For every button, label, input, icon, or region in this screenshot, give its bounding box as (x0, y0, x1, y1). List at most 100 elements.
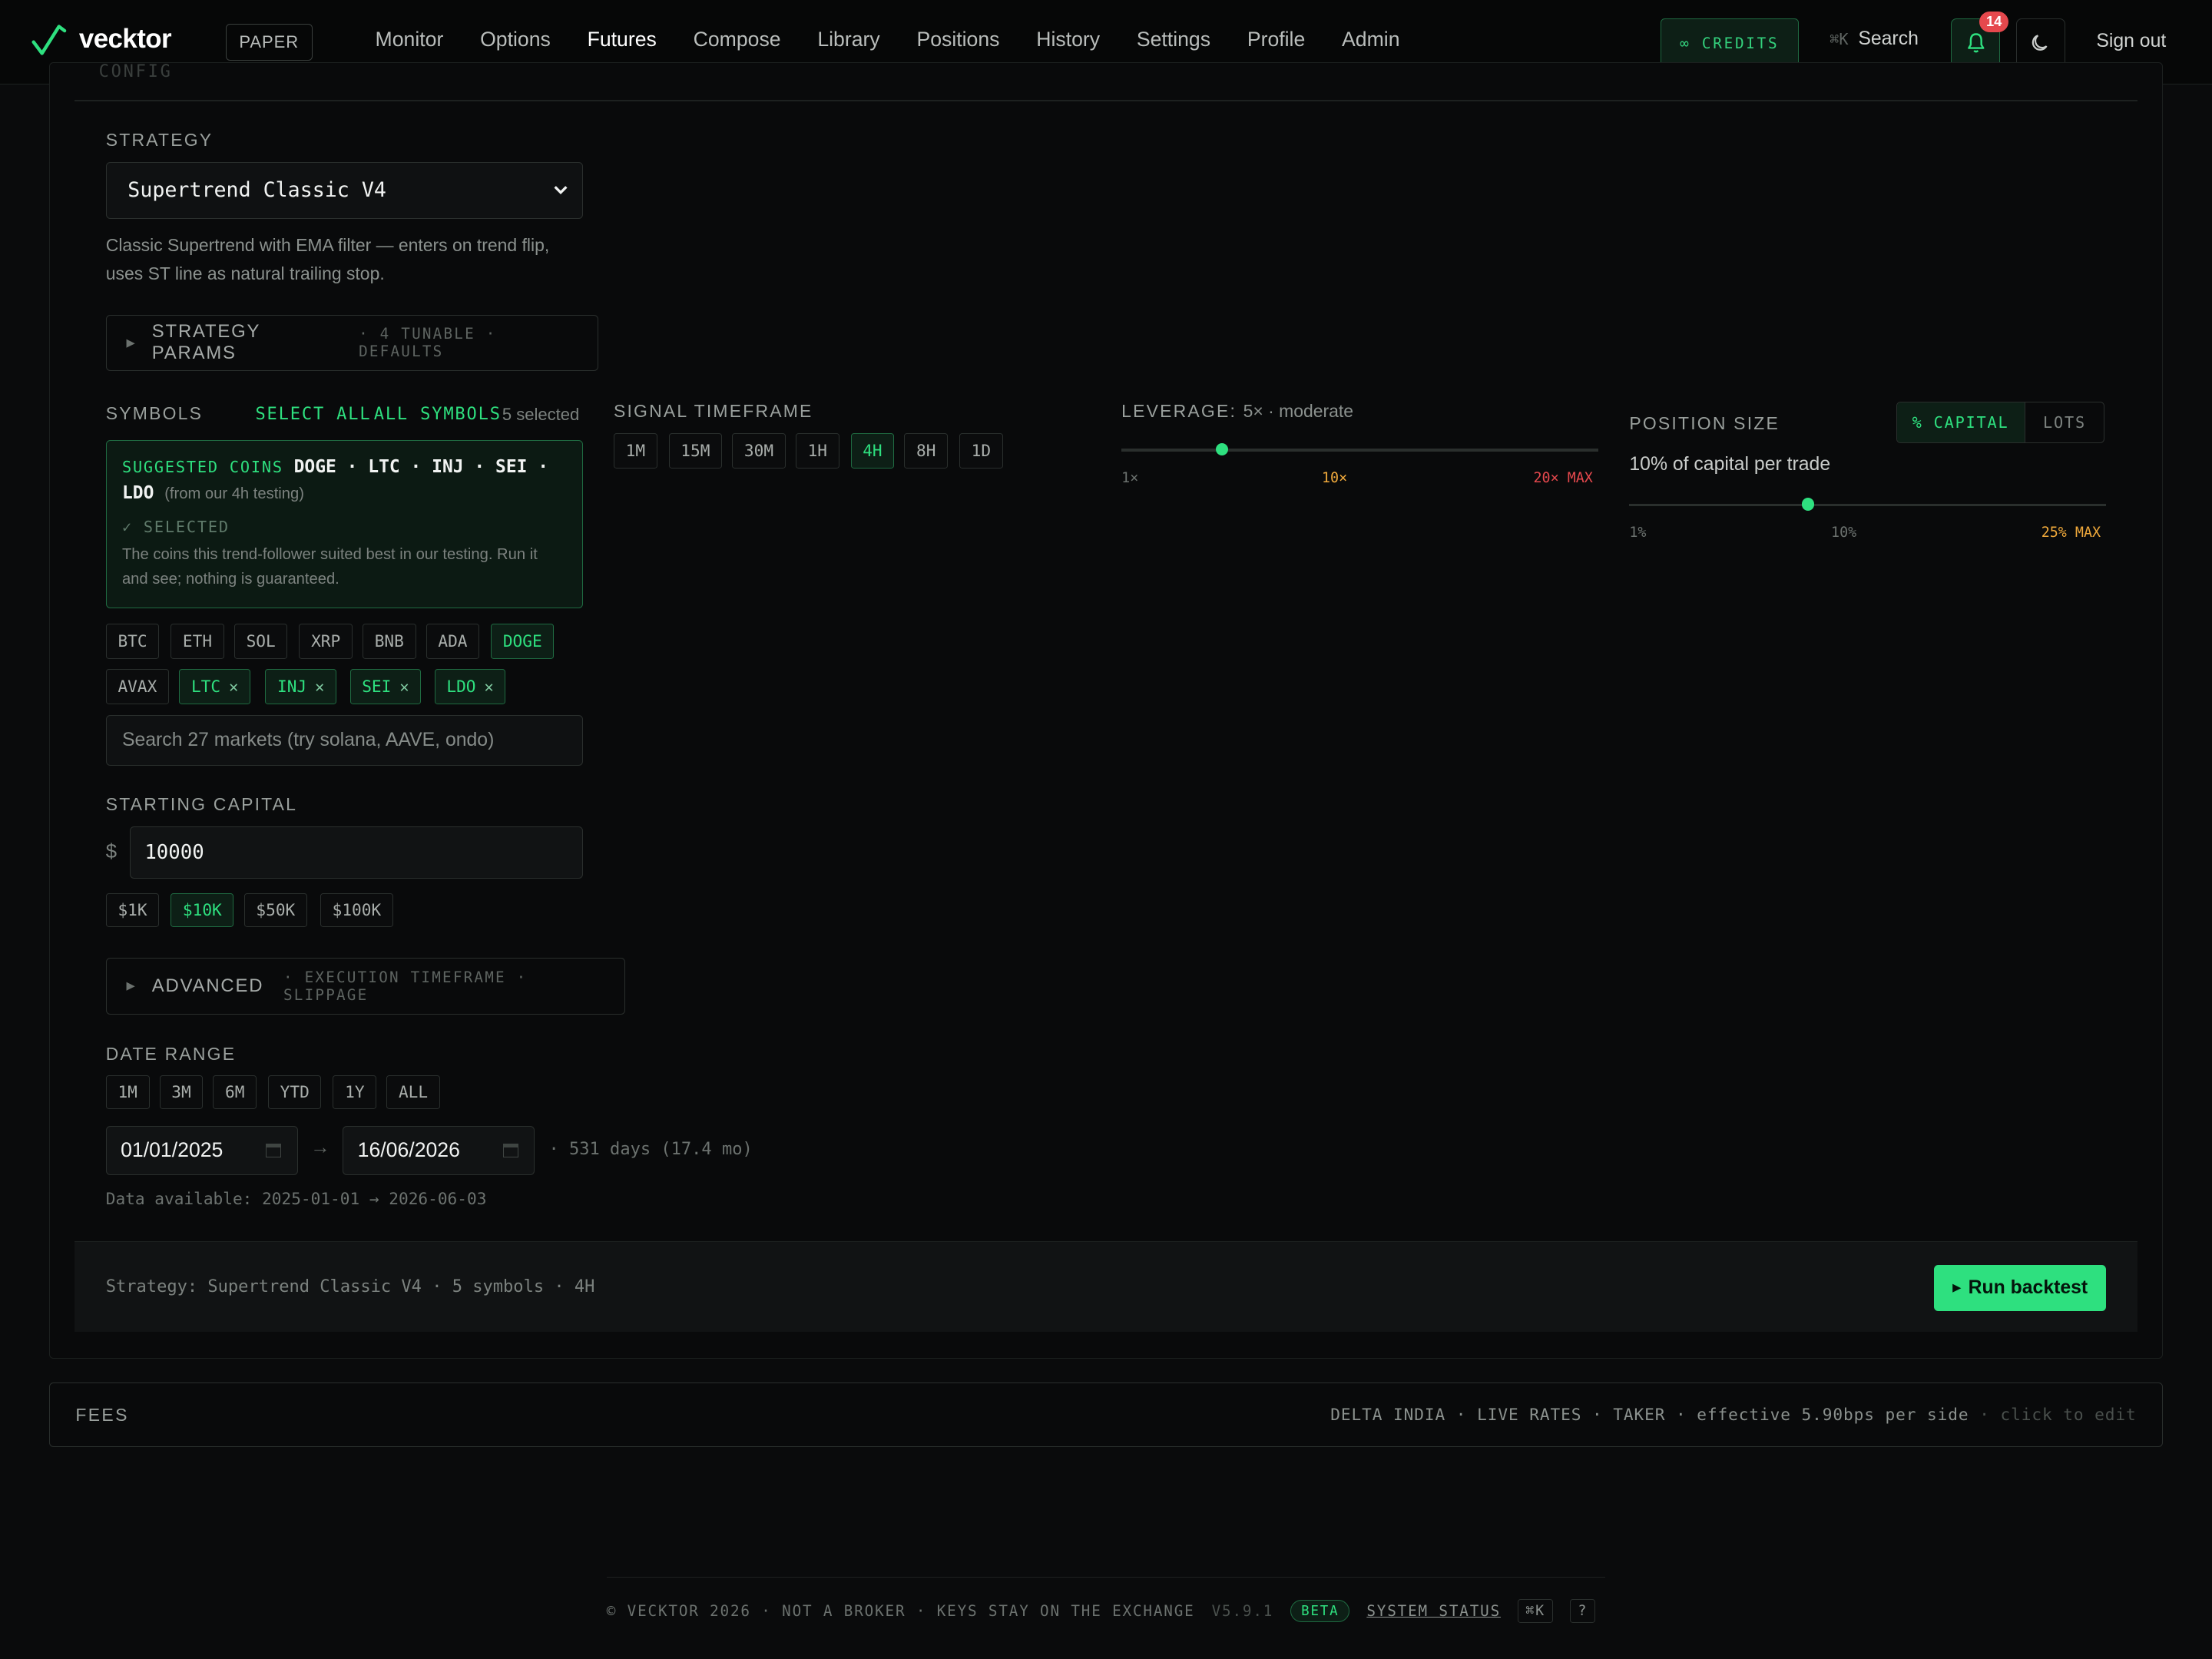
advanced-meta: · EXECUTION TIMEFRAME · SLIPPAGE (283, 968, 528, 1004)
sign-out-link[interactable]: Sign out (2096, 31, 2166, 52)
symbol-chip-avax[interactable]: AVAX (105, 668, 169, 704)
command-palette-key[interactable]: ⌘K (1518, 1599, 1554, 1623)
capital-preset-50k[interactable]: $50K (243, 892, 307, 927)
credits-button[interactable]: ∞ CREDITS (1660, 18, 1799, 68)
start-date-input[interactable]: 01/01/2025 (105, 1125, 298, 1175)
remove-icon[interactable]: ✕ (315, 677, 324, 696)
end-date-value: 16/06/2026 (357, 1138, 460, 1162)
mode-lots[interactable]: LOTS (2025, 402, 2104, 442)
timeframe-8h[interactable]: 8H (904, 432, 949, 469)
leverage-slider-track[interactable] (1121, 449, 1598, 452)
symbol-chip-bnb[interactable]: BNB (363, 623, 416, 659)
capital-preset-10k[interactable]: $10K (171, 892, 234, 927)
symbol-chip-label: LTC (190, 677, 221, 697)
config-section-label: CONFIG (98, 61, 173, 81)
caret-right-icon: ▶ (126, 980, 135, 993)
symbol-chip-eth[interactable]: ETH (171, 623, 224, 659)
leverage-label: LEVERAGE: 5× · moderate (1121, 401, 1353, 422)
calendar-icon[interactable] (502, 1143, 518, 1158)
capital-preset-1k[interactable]: $1K (105, 892, 160, 927)
footer: © VECKTOR 2026 · NOT A BROKER · KEYS STA… (607, 1597, 1596, 1625)
symbol-chip-sei[interactable]: SEI ✕ (349, 668, 422, 704)
starting-capital-input[interactable]: 10000 (129, 826, 583, 879)
remove-icon[interactable]: ✕ (399, 677, 409, 696)
date-preset-3m[interactable]: 3M (159, 1075, 204, 1109)
system-status-link[interactable]: SYSTEM STATUS (1366, 1602, 1501, 1620)
symbol-chip-label: INJ (276, 677, 307, 697)
footer-text: © VECKTOR 2026 · NOT A BROKER · KEYS STA… (606, 1602, 1195, 1620)
position-tick-min: 1% (1629, 525, 1647, 541)
backtest-summary-bar: Strategy: Supertrend Classic V4 · 5 symb… (75, 1241, 2137, 1332)
strategy-select-value: Supertrend Classic V4 (127, 178, 386, 203)
currency-symbol: $ (105, 840, 118, 863)
timeframe-1d[interactable]: 1D (959, 432, 1003, 469)
position-size-slider-track[interactable] (1629, 503, 2107, 507)
help-key[interactable]: ? (1570, 1599, 1596, 1623)
date-range-label: DATE RANGE (105, 1044, 237, 1065)
position-tick-max: 25% MAX (2041, 525, 2101, 541)
position-size-label: POSITION SIZE (1629, 413, 1780, 434)
calendar-icon[interactable] (266, 1143, 282, 1158)
brand-name: vecktor (78, 24, 172, 55)
symbol-chip-ldo[interactable]: LDO ✕ (434, 668, 506, 704)
suggested-coins-card[interactable]: SUGGESTED COINS DOGE · LTC · INJ · SEI ·… (105, 440, 583, 608)
fees-edit-hint[interactable]: · click to edit (1979, 1405, 2136, 1424)
timeframe-1h[interactable]: 1H (795, 432, 839, 469)
run-backtest-button[interactable]: ▶ Run backtest (1934, 1264, 2107, 1312)
date-preset-6m[interactable]: 6M (213, 1075, 257, 1109)
theme-toggle-button[interactable] (2015, 18, 2065, 68)
symbol-chip-xrp[interactable]: XRP (299, 623, 353, 659)
strategy-label: STRATEGY (105, 129, 214, 150)
suggested-selected-tag: ✓ SELECTED (121, 518, 230, 537)
timeframe-30m[interactable]: 30M (732, 432, 786, 469)
paper-mode-badge[interactable]: PAPER (225, 24, 313, 61)
symbol-chip-doge[interactable]: DOGE (491, 623, 555, 659)
date-preset-1y[interactable]: 1Y (333, 1075, 377, 1109)
footer-version: V5.9.1 (1211, 1602, 1274, 1620)
symbol-chip-ada[interactable]: ADA (426, 623, 480, 659)
remove-icon[interactable]: ✕ (485, 677, 494, 696)
suggested-coins-label: SUGGESTED COINS (121, 457, 283, 476)
chevron-down-icon (554, 186, 568, 195)
date-preset-1m[interactable]: 1M (105, 1075, 150, 1109)
timeframe-1m[interactable]: 1M (613, 432, 657, 469)
all-symbols-link[interactable]: ALL SYMBOLS (374, 405, 502, 424)
position-size-summary: 10% of capital per trade (1629, 454, 1831, 475)
search-label: Search (1858, 28, 1919, 49)
market-search-input[interactable]: Search 27 markets (try solana, AAVE, ond… (105, 715, 583, 767)
leverage-tick-max: 20× MAX (1533, 469, 1593, 486)
remove-icon[interactable]: ✕ (229, 677, 238, 696)
strategy-params-meta: · 4 TUNABLE · DEFAULTS (359, 325, 497, 361)
leverage-label-text: LEVERAGE: (1121, 400, 1237, 421)
symbol-chip-ltc[interactable]: LTC ✕ (179, 668, 250, 704)
fees-bar[interactable]: FEES DELTA INDIA · LIVE RATES · TAKER · … (49, 1382, 2163, 1448)
data-available-text: Data available: 2025-01-01 → 2026-06-03 (105, 1189, 487, 1209)
fees-detail-text: DELTA INDIA · LIVE RATES · TAKER · effec… (1330, 1404, 1969, 1424)
search-shortcut: ⌘K (1830, 29, 1849, 48)
strategy-params-title: STRATEGY PARAMS (151, 321, 260, 364)
start-date-value: 01/01/2025 (121, 1138, 224, 1162)
run-backtest-label: Run backtest (1968, 1277, 2088, 1298)
advanced-toggle[interactable]: ▶ ADVANCED · EXECUTION TIMEFRAME · SLIPP… (105, 958, 625, 1015)
symbol-chip-inj[interactable]: INJ ✕ (265, 668, 336, 704)
position-tick-mid: 10% (1831, 525, 1857, 541)
search-button[interactable]: ⌘K Search (1830, 28, 1919, 50)
end-date-input[interactable]: 16/06/2026 (343, 1125, 535, 1175)
timeframe-15m[interactable]: 15M (668, 432, 723, 469)
timeframe-4h[interactable]: 4H (850, 432, 895, 469)
moon-icon (2032, 35, 2048, 51)
symbol-chip-label: SEI (362, 677, 392, 697)
advanced-title: ADVANCED (151, 975, 264, 996)
strategy-params-toggle[interactable]: ▶ STRATEGY PARAMS · 4 TUNABLE · DEFAULTS (105, 314, 598, 372)
date-preset-all[interactable]: ALL (386, 1075, 440, 1109)
select-all-link[interactable]: SELECT ALL (255, 405, 371, 424)
brand-logo[interactable]: vecktor (31, 22, 172, 56)
strategy-select[interactable]: Supertrend Classic V4 (105, 162, 583, 219)
symbol-chip-sol[interactable]: SOL (233, 623, 288, 659)
capital-preset-100k[interactable]: $100K (320, 892, 393, 927)
symbol-chip-btc[interactable]: BTC (105, 623, 160, 659)
date-range-arrow: → (310, 1137, 330, 1159)
vecktor-logo-icon (31, 25, 67, 55)
mode-percent-capital[interactable]: % CAPITAL (1896, 402, 2025, 442)
date-preset-ytd[interactable]: YTD (267, 1075, 322, 1109)
